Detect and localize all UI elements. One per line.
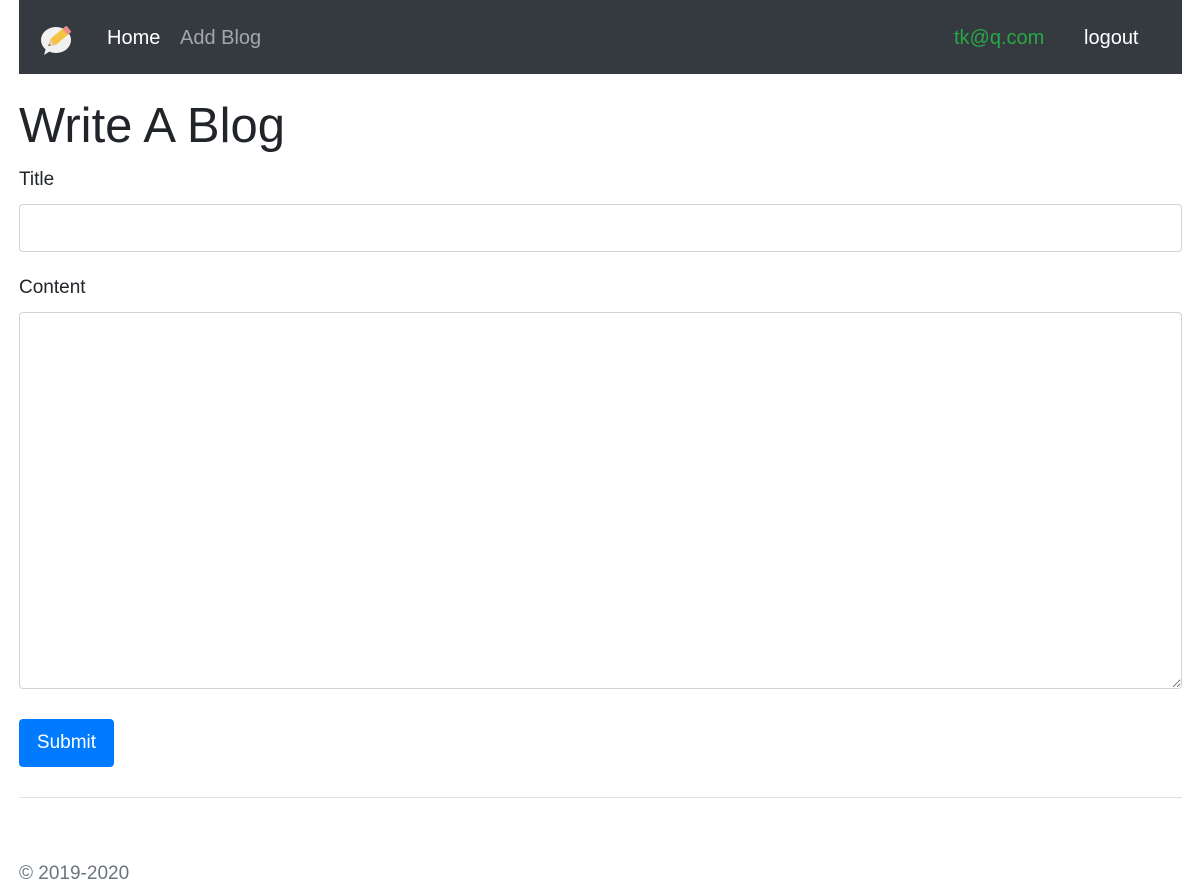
speech-bubble-pencil-icon <box>41 25 72 55</box>
page-title: Write A Blog <box>19 99 286 153</box>
logout-link[interactable]: logout <box>1084 24 1139 52</box>
submit-button[interactable]: Submit <box>19 719 114 767</box>
navbar: Home Add Blog tk@q.com logout <box>19 0 1182 74</box>
nav-link-home[interactable]: Home <box>107 24 160 52</box>
title-label: Title <box>19 169 55 190</box>
user-email-link[interactable]: tk@q.com <box>954 24 1044 52</box>
content-textarea[interactable] <box>19 312 1182 689</box>
footer-divider <box>19 797 1182 798</box>
page-container: Home Add Blog tk@q.com logout Write A Bl… <box>19 0 1182 884</box>
nav-link-add-blog[interactable]: Add Blog <box>180 24 261 52</box>
content-label: Content <box>19 277 86 298</box>
title-input[interactable] <box>19 204 1182 252</box>
blog-logo-icon[interactable] <box>39 19 77 57</box>
footer-copyright: © 2019-2020 <box>19 863 130 884</box>
